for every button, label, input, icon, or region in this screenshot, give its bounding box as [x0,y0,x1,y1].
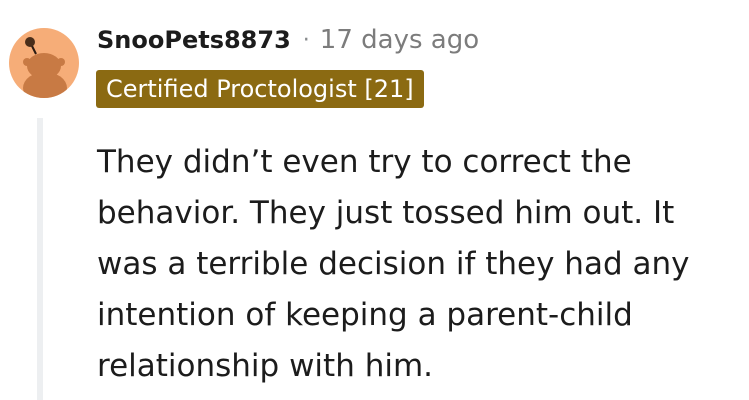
user-flair-badge: Certified Proctologist [21] [96,70,424,108]
author-username[interactable]: SnooPets8873 [97,26,291,54]
thread-collapse-line[interactable] [37,118,43,400]
snoo-avatar-icon [23,37,67,98]
comment-meta: SnooPets8873 · 17 days ago [97,22,479,58]
user-avatar[interactable] [9,28,79,98]
comment-timestamp[interactable]: 17 days ago [320,25,479,55]
meta-separator: · [302,27,310,53]
comment-body: They didn’t even try to correct the beha… [97,144,690,384]
